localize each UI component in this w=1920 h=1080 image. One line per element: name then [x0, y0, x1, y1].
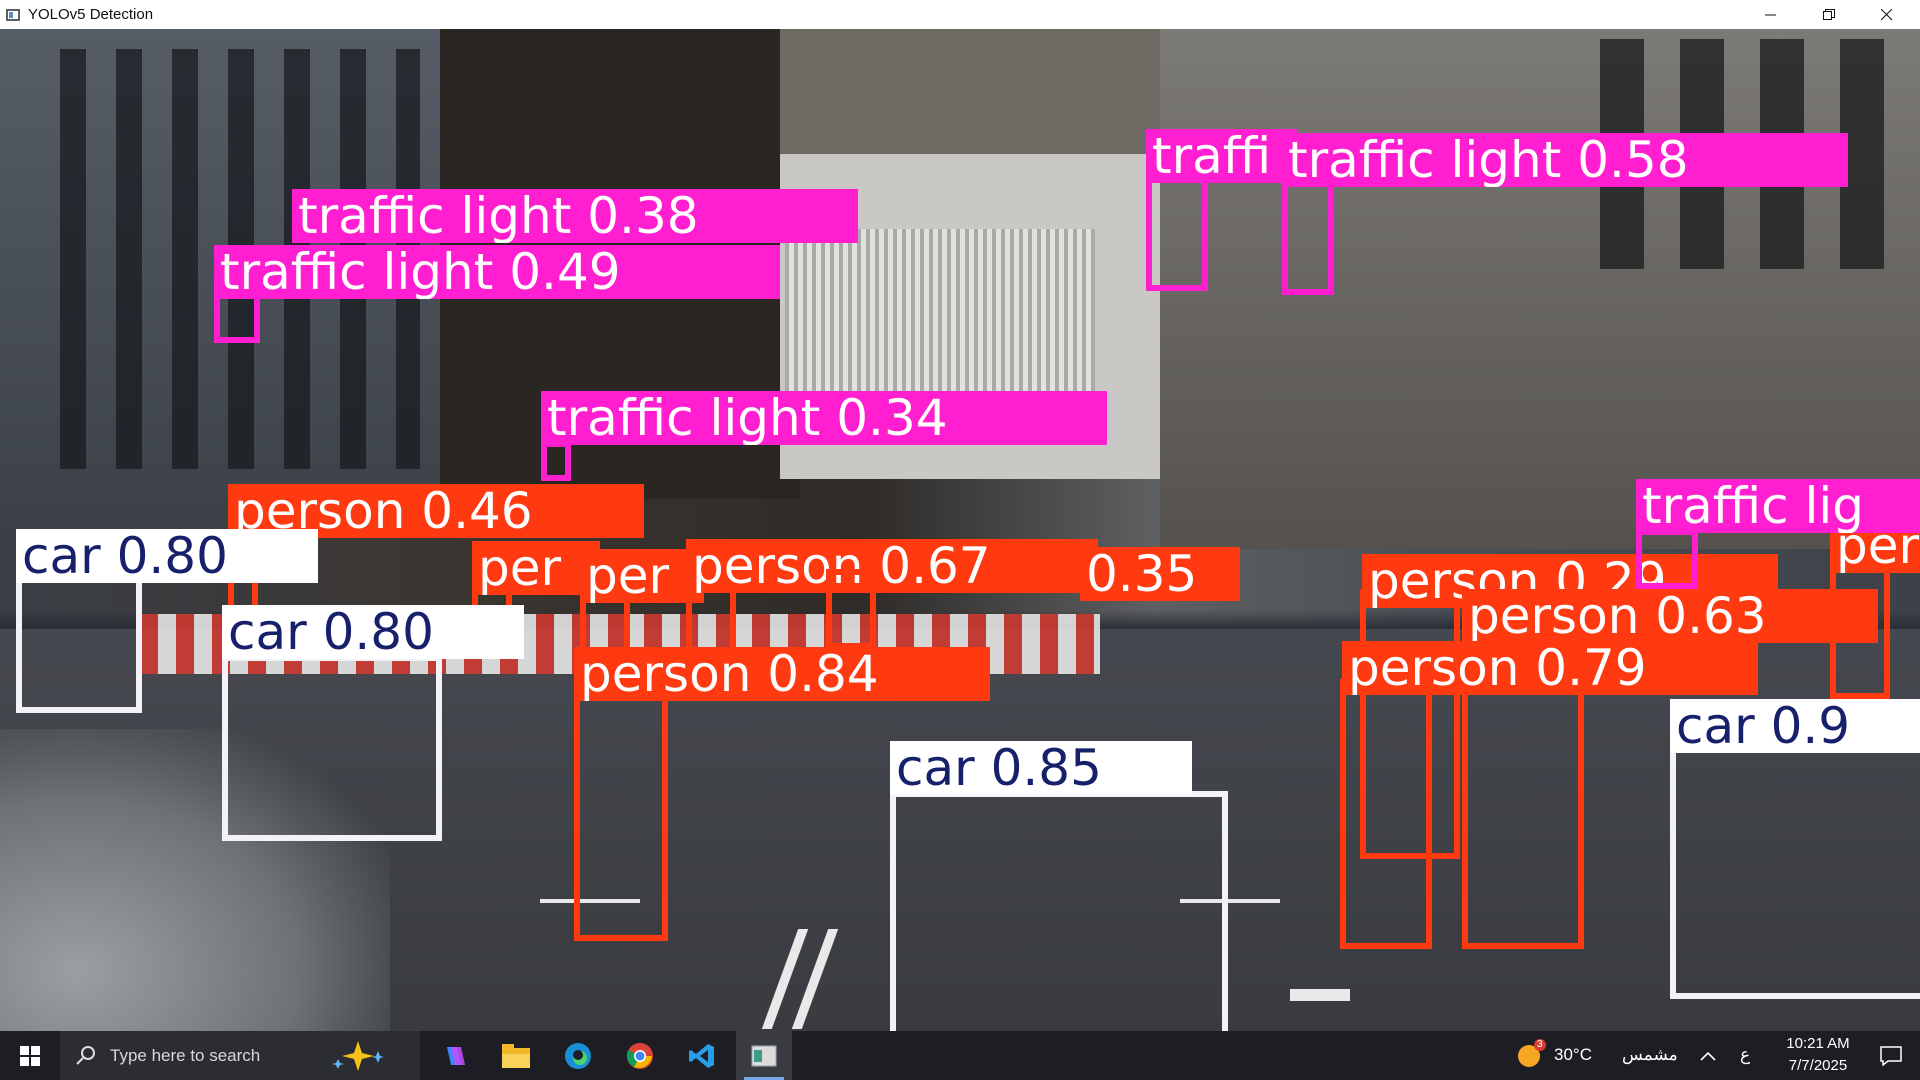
detection-label: traffic light 0.49: [214, 245, 780, 299]
copilot-icon: [447, 1046, 465, 1065]
detection-label: person 0.84: [574, 647, 990, 701]
clock-time: 10:21 AM: [1786, 1035, 1850, 1052]
taskbar-app-chrome[interactable]: [612, 1031, 668, 1080]
yolo-window-icon: [751, 1045, 777, 1066]
vscode-icon: [689, 1043, 714, 1068]
chevron-up-icon: [1700, 1051, 1716, 1061]
building-center-brick: [780, 29, 1160, 154]
restore-button[interactable]: [1800, 0, 1858, 29]
file-explorer-icon: [502, 1043, 530, 1068]
taskbar-app-edge[interactable]: [550, 1031, 606, 1080]
chrome-icon: [626, 1042, 653, 1069]
detection-label: traffic light 0.38: [292, 189, 858, 243]
detection-label: car 0.85: [890, 741, 1192, 795]
detection-box-traffic-light: [1146, 175, 1208, 291]
detection-box-traffic-light: [1636, 529, 1698, 589]
search-placeholder: Type here to search: [110, 1045, 261, 1065]
app-window-icon: [6, 8, 20, 21]
detection-label: car 0.80: [16, 529, 318, 583]
detection-label: person 0.67: [686, 539, 1098, 593]
weather-condition: مشمس: [1622, 1045, 1678, 1064]
taskbar-search-box[interactable]: Type here to search: [60, 1031, 420, 1080]
detection-label: car 0.9: [1670, 699, 1920, 753]
edge-icon: [565, 1042, 591, 1069]
search-icon: [76, 1046, 95, 1065]
detection-label: 0.35: [1080, 547, 1240, 601]
road-marking: [1290, 989, 1350, 1001]
detection-box-traffic-light: [1282, 175, 1334, 295]
sparkle-icon: [332, 1041, 384, 1071]
detection-box-car: [222, 655, 442, 841]
notifications-button[interactable]: [1866, 1031, 1916, 1080]
input-language-indicator[interactable]: ع: [1740, 1045, 1750, 1065]
minimize-button[interactable]: [1742, 0, 1800, 29]
taskbar-app-copilot[interactable]: [426, 1031, 482, 1080]
clock-date: 7/7/2025: [1788, 1057, 1848, 1074]
detection-box-person: [826, 569, 876, 649]
close-icon: [1881, 8, 1893, 20]
start-button[interactable]: [0, 1031, 60, 1080]
detection-box-car: [890, 791, 1228, 1031]
detection-image: person 0.46 per per person 0.67 0.35 per…: [0, 29, 1920, 1031]
detection-label: person 0.63: [1462, 589, 1878, 643]
detection-label: traffic light 0.34: [541, 391, 1107, 445]
detection-box-car: [16, 567, 142, 713]
show-hidden-icons-button[interactable]: [1692, 1031, 1724, 1080]
close-button[interactable]: [1858, 0, 1916, 29]
restore-icon: [1823, 8, 1835, 20]
detection-label: traffic light 0.58: [1282, 133, 1848, 187]
detection-label: traffi: [1146, 129, 1298, 183]
taskbar-app-file-explorer[interactable]: [488, 1031, 544, 1080]
weather-temperature: 30°C: [1554, 1045, 1592, 1064]
taskbar-app-vscode[interactable]: [674, 1031, 730, 1080]
window-title-bar[interactable]: YOLOv5 Detection: [0, 0, 1920, 29]
notification-icon: [1880, 1045, 1902, 1066]
detection-box-car: [1670, 745, 1920, 999]
detection-label: traffic lig: [1636, 479, 1920, 533]
detection-box-person: [1830, 559, 1890, 699]
detection-box-person: [1340, 679, 1432, 949]
windows-logo-icon: [20, 1045, 40, 1066]
detection-label: person 0.79: [1342, 641, 1758, 695]
minimize-icon: [1765, 14, 1776, 15]
detection-label: car 0.80: [222, 605, 524, 659]
window-title: YOLOv5 Detection: [28, 6, 154, 23]
taskbar-app-yolo-window[interactable]: [736, 1031, 792, 1080]
clock[interactable]: 10:21 AM 7/7/2025: [1768, 1033, 1868, 1078]
detection-box-person: [574, 671, 668, 941]
weather-badge: 3: [1534, 1039, 1546, 1051]
taskbar: Type here to search 3 30°C مشمس ع 10:21 …: [0, 1031, 1920, 1080]
detection-box-traffic-light: [541, 441, 571, 481]
